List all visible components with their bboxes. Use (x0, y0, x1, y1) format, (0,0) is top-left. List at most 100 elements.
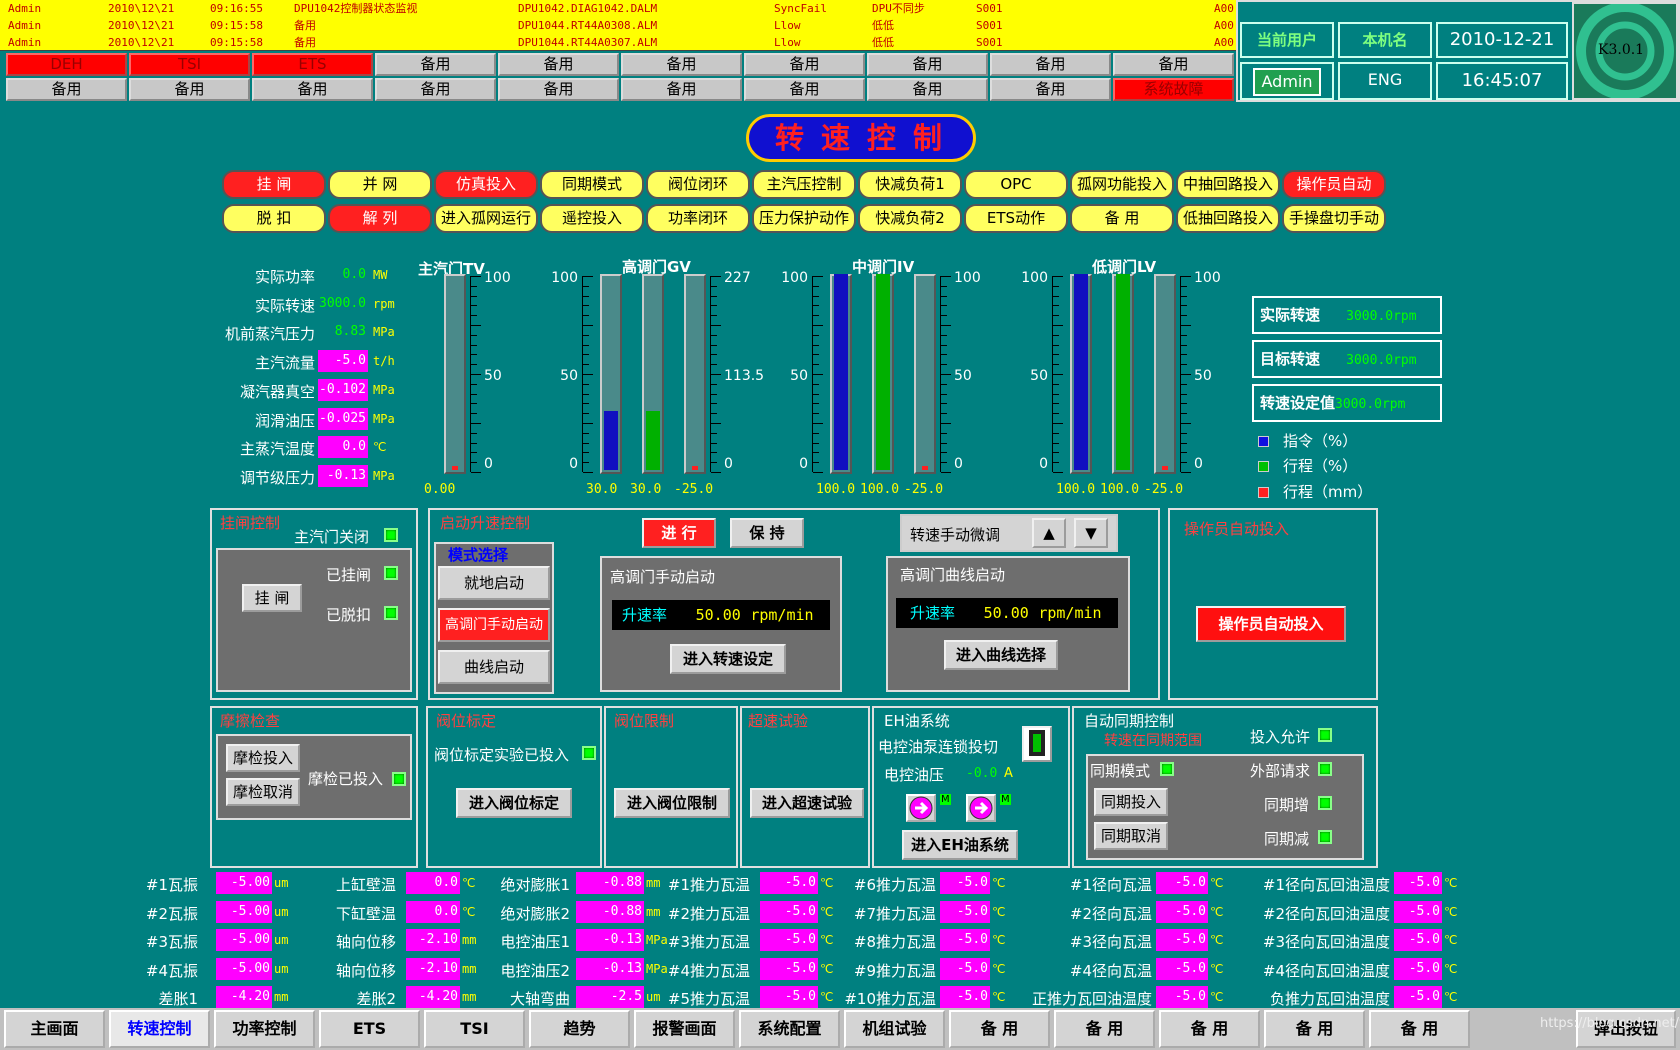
mode-button[interactable]: OPC (964, 170, 1068, 199)
mode-button[interactable]: ETS动作 (964, 204, 1068, 233)
speed-setpoint-box: 转速设定值3000.0rpm (1252, 384, 1442, 422)
friction-off-button[interactable]: 摩检取消 (226, 778, 300, 806)
nav-item-button[interactable]: 备 用 (949, 1010, 1050, 1048)
mode-button[interactable]: 主汽压控制 (752, 170, 856, 199)
status-spare-button[interactable]: 备用 (129, 78, 250, 101)
latch-button[interactable]: 挂 闸 (242, 584, 302, 612)
measure-label: 绝对膨胀1 (500, 876, 570, 894)
speed-up-button[interactable]: ▲ (1032, 518, 1066, 548)
status-deh-button[interactable]: DEH (6, 53, 127, 76)
system-fault-button[interactable]: 系统故障 (1113, 78, 1234, 101)
mode-button[interactable]: 操作员自动 (1282, 170, 1386, 199)
nav-item-button[interactable]: 功率控制 (214, 1010, 315, 1048)
status-spare-button[interactable]: 备用 (1113, 53, 1234, 76)
measure-unit: ℃ (992, 876, 1006, 890)
nav-speed-control-button[interactable]: 转速控制 (109, 1010, 210, 1048)
nav-item-button[interactable]: 报警画面 (634, 1010, 735, 1048)
nav-item-button[interactable]: 趋势 (529, 1010, 630, 1048)
alarm-row[interactable]: Admin 2010\12\21 09:15:58 备用 DPU1044.RT44A03… (0, 17, 1236, 34)
nav-item-button[interactable]: 机组试验 (844, 1010, 945, 1048)
mode-button[interactable]: 低抽回路投入 (1176, 204, 1280, 233)
pump-interlock-switch[interactable] (1022, 726, 1052, 762)
mode-button[interactable]: 仿真投入 (434, 170, 538, 199)
measure-value: -0.13 (576, 929, 644, 951)
mode-button[interactable]: 手操盘切手动 (1282, 204, 1386, 233)
status-tsi-button[interactable]: TSI (129, 53, 250, 76)
run-button[interactable]: 进 行 (642, 518, 716, 548)
alarm-row[interactable]: Admin 2010\12\21 09:16:55 DPU1042控制器状态监视 DPU… (0, 0, 1236, 17)
status-spare-button[interactable]: 备用 (744, 78, 865, 101)
nav-item-button[interactable]: 系统配置 (739, 1010, 840, 1048)
enter-valve-cal-button[interactable]: 进入阀位标定 (456, 788, 572, 818)
local-start-button[interactable]: 就地启动 (438, 566, 550, 600)
operator-auto-button[interactable]: 操作员自动投入 (1196, 606, 1346, 642)
alarm-list[interactable]: Admin 2010\12\21 09:16:55 DPU1042控制器状态监视 DPU… (0, 0, 1236, 51)
enter-eh-oil-button[interactable]: 进入EH油系统 (902, 830, 1018, 860)
mode-button[interactable]: 遥控投入 (540, 204, 644, 233)
mode-button[interactable]: 脱 扣 (222, 204, 326, 233)
mode-button[interactable]: 解 列 (328, 204, 432, 233)
friction-on-button[interactable]: 摩检投入 (226, 744, 300, 772)
status-spare-button[interactable]: 备用 (252, 78, 373, 101)
status-spare-button[interactable]: 备用 (6, 78, 127, 101)
mode-button[interactable]: 压力保护动作 (752, 204, 856, 233)
latch-box (216, 548, 412, 692)
sync-on-button[interactable]: 同期投入 (1094, 788, 1168, 816)
status-spare-button[interactable]: 备用 (867, 78, 988, 101)
mode-button[interactable]: 挂 闸 (222, 170, 326, 199)
status-spare-button[interactable]: 备用 (498, 53, 619, 76)
nav-item-button[interactable]: 备 用 (1159, 1010, 1260, 1048)
status-spare-button[interactable]: 备用 (621, 78, 742, 101)
nav-item-button[interactable]: 主画面 (4, 1010, 105, 1048)
mode-button[interactable]: 并 网 (328, 170, 432, 199)
hold-button[interactable]: 保 持 (730, 518, 804, 548)
sync-off-button[interactable]: 同期取消 (1094, 822, 1168, 850)
mode-button[interactable]: 进入孤网运行 (434, 204, 538, 233)
mode-button[interactable]: 快减负荷1 (858, 170, 962, 199)
enter-curve-select-button[interactable]: 进入曲线选择 (944, 640, 1058, 670)
pump-1-button[interactable] (906, 794, 936, 822)
nav-item-button[interactable]: TSI (424, 1010, 525, 1048)
mode-button[interactable]: 孤网功能投入 (1070, 170, 1174, 199)
mode-button[interactable]: 快减负荷2 (858, 204, 962, 233)
enter-valve-limit-button[interactable]: 进入阀位限制 (614, 788, 730, 818)
measure-label: 大轴弯曲 (509, 990, 570, 1008)
measure-unit: um (274, 876, 289, 890)
status-spare-button[interactable]: 备用 (744, 53, 865, 76)
status-spare-button[interactable]: 备用 (375, 53, 496, 76)
mode-button[interactable]: 中抽回路投入 (1176, 170, 1280, 199)
status-spare-button[interactable]: 备用 (990, 53, 1111, 76)
iv-left-tick-min: 0 (799, 456, 808, 472)
red-square-icon (1258, 487, 1269, 498)
measure-value: -0.88 (576, 900, 644, 923)
gv-manual-start-button[interactable]: 高调门手动启动 (438, 608, 550, 642)
measure-label: #9推力瓦温 (853, 961, 936, 980)
nav-item-button[interactable]: 备 用 (1054, 1010, 1155, 1048)
measure-label: #2径向瓦回油温度 (1262, 904, 1390, 923)
status-spare-button[interactable]: 备用 (867, 53, 988, 76)
lv-command-value: 100.0 (1056, 482, 1096, 497)
speed-down-button[interactable]: ▼ (1074, 518, 1108, 548)
status-spare-button[interactable]: 备用 (990, 78, 1111, 101)
mode-button[interactable]: 备 用 (1070, 204, 1174, 233)
measure-label: #1推力瓦温 (667, 876, 750, 894)
alarm-state: DPU不同步 (872, 2, 925, 15)
enter-overspeed-button[interactable]: 进入超速试验 (750, 788, 864, 818)
mode-button[interactable]: 同期模式 (540, 170, 644, 199)
alarm-type: Llow (774, 19, 801, 32)
mode-button[interactable]: 阀位闭环 (646, 170, 750, 199)
status-spare-button[interactable]: 备用 (621, 53, 742, 76)
nav-item-button[interactable]: ETS (319, 1010, 420, 1048)
curve-start-button[interactable]: 曲线启动 (438, 650, 550, 684)
status-spare-button[interactable]: 备用 (498, 78, 619, 101)
mode-button[interactable]: 功率闭环 (646, 204, 750, 233)
measure-value: -5.0 (940, 957, 990, 980)
nav-item-button[interactable]: 备 用 (1264, 1010, 1365, 1048)
measure-label: #4径向瓦回油温度 (1262, 961, 1390, 980)
nav-item-button[interactable]: 备 用 (1369, 1010, 1470, 1048)
status-spare-button[interactable]: 备用 (375, 78, 496, 101)
enter-speed-setting-button[interactable]: 进入转速设定 (670, 644, 786, 674)
status-ets-button[interactable]: ETS (252, 53, 373, 76)
alarm-row[interactable]: Admin 2010\12\21 09:15:58 备用 DPU1044.RT44A03… (0, 34, 1236, 51)
pump-2-button[interactable] (966, 794, 996, 822)
